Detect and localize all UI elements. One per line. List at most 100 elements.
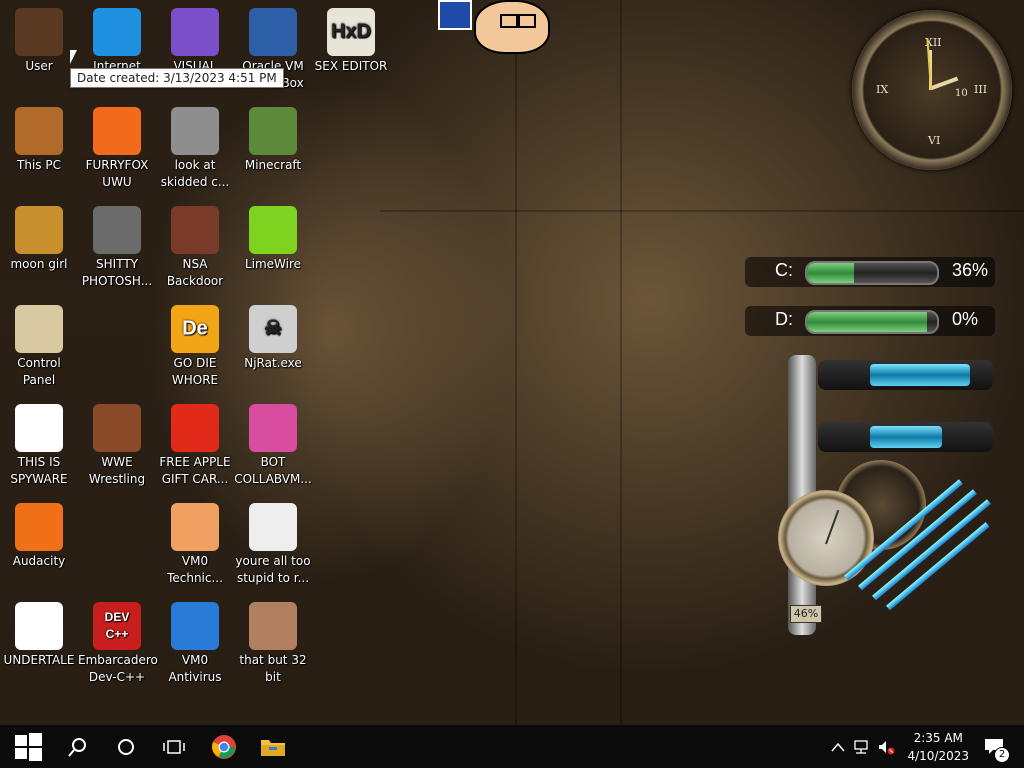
hank-hill-image [438, 0, 553, 55]
desktop-icon-label: VM0 Antivirus [168, 653, 222, 684]
taskbar: 2:35 AM 4/10/2023 2 [0, 725, 1024, 768]
drive-letter: D: [775, 309, 793, 329]
drive-gauge-d: D: 0% [745, 304, 995, 338]
app-icon [249, 107, 297, 155]
start-button[interactable] [4, 725, 52, 768]
wallpaper-panel-line [380, 210, 1024, 212]
action-center-button[interactable]: 2 [980, 725, 1010, 768]
desktop-icon[interactable]: LimeWire [234, 198, 312, 293]
cpu-percent: 46% [790, 605, 822, 623]
desktop-icon[interactable]: This PC [0, 99, 78, 194]
app-icon [93, 206, 141, 254]
desktop-icon[interactable]: VM0 Technic... [156, 495, 234, 590]
desktop-icon[interactable]: UNDERTALE [0, 594, 78, 689]
mouse-cursor [70, 50, 77, 64]
desktop-icon[interactable]: WWE Wrestling [78, 396, 156, 491]
drive-letter: C: [775, 260, 793, 280]
search-icon [68, 737, 86, 757]
desktop-icon-label: that but 32 bit [239, 653, 307, 684]
app-icon [171, 8, 219, 56]
app-icon: ☠ [249, 305, 297, 353]
taskbar-file-explorer[interactable] [249, 725, 297, 768]
drive-usage-bar [805, 310, 939, 334]
desktop-icon[interactable]: NSA Backdoor [156, 198, 234, 293]
app-icon [249, 503, 297, 551]
taskbar-chrome[interactable] [200, 725, 248, 768]
drive-usage-fill [807, 312, 927, 332]
chrome-icon [212, 734, 236, 759]
desktop-icon[interactable]: SHITTY PHOTOSH... [78, 198, 156, 293]
app-icon [15, 503, 63, 551]
taskbar-clock[interactable]: 2:35 AM 4/10/2023 [907, 729, 969, 765]
desktop-icon[interactable]: DEV C++ Embarcadero Dev-C++ [78, 594, 158, 689]
app-icon [93, 8, 141, 56]
windows-logo-icon [15, 732, 42, 761]
drive-usage-fill [807, 263, 854, 283]
desktop-icon-label: SHITTY PHOTOSH... [81, 257, 153, 288]
volume-tray[interactable] [875, 725, 897, 768]
desktop-icon[interactable]: User [0, 0, 78, 95]
desktop-icon-label: Embarcadero Dev-C++ [78, 653, 158, 684]
app-icon [171, 107, 219, 155]
desktop-icon[interactable]: BOT COLLABVM... [234, 396, 312, 491]
desktop-icon[interactable]: THIS IS SPYWARE [0, 396, 78, 491]
desktop-icon-label: NSA Backdoor [166, 257, 224, 288]
taskbar-date: 4/10/2023 [907, 749, 969, 763]
desktop-icon-label: moon girl [10, 257, 68, 271]
desktop-icon-label: NjRat.exe [244, 356, 302, 370]
show-hidden-icons[interactable] [828, 725, 848, 768]
desktop-icon-label: Minecraft [244, 158, 302, 172]
desktop-icon-label: look at skidded c... [160, 158, 230, 189]
task-view-button[interactable] [150, 725, 198, 768]
app-icon: De [171, 305, 219, 353]
desktop-icon-label: LimeWire [244, 257, 302, 271]
desktop-icon[interactable]: VM0 Antivirus [156, 594, 234, 689]
desktop-icon[interactable]: youre all too stupid to r... [234, 495, 312, 590]
desktop-icon[interactable]: Minecraft [234, 99, 312, 194]
tooltip: Date created: 3/13/2023 4:51 PM [70, 68, 284, 88]
app-icon: DEV C++ [93, 602, 141, 650]
network-icon [854, 739, 868, 754]
drive-gauge-c: C: 36% [745, 255, 995, 289]
cpu-meter-gadget: 46% [778, 350, 998, 650]
network-tray[interactable] [851, 725, 873, 768]
app-icon [15, 107, 63, 155]
desktop-icon[interactable]: ☠ NjRat.exe [234, 297, 312, 392]
search-button[interactable] [54, 725, 102, 768]
app-icon [15, 206, 63, 254]
app-icon [15, 8, 63, 56]
desktop-icon[interactable]: Audacity [0, 495, 78, 590]
desktop-icon-label: Audacity [12, 554, 66, 568]
taskbar-time: 2:35 AM [913, 731, 963, 745]
app-icon [15, 404, 63, 452]
desktop-icon[interactable]: moon girl [0, 198, 78, 293]
app-icon [171, 404, 219, 452]
clock-numeral: IX [876, 83, 889, 96]
app-icon-text: De [182, 317, 208, 340]
desktop-icon-label: WWE Wrestling [88, 455, 146, 486]
clock-date: 10 [955, 88, 968, 99]
app-icon [93, 107, 141, 155]
desktop-icon-label: GO DIE WHORE [171, 356, 219, 387]
desktop-icon[interactable]: Control Panel [0, 297, 78, 392]
desktop-icon[interactable]: FURRYFOX UWU [78, 99, 156, 194]
clock-gadget: XII III VI IX 10 [852, 10, 1012, 170]
desktop-icon-label: BOT COLLABVM... [234, 455, 312, 486]
app-icon [249, 206, 297, 254]
desktop-icon-label: THIS IS SPYWARE [10, 455, 68, 486]
desktop-icon[interactable]: look at skidded c... [156, 99, 234, 194]
desktop-icon[interactable]: HxD SEX EDITOR [312, 0, 390, 95]
app-icon [171, 206, 219, 254]
desktop-icon[interactable]: that but 32 bit [234, 594, 312, 689]
cortana-button[interactable] [102, 725, 150, 768]
app-icon [249, 404, 297, 452]
wallpaper-panel-line [620, 0, 622, 725]
desktop: UserInternetVISUALOracle VM VirtualBoxHx… [0, 0, 1024, 725]
desktop-icon[interactable]: De GO DIE WHORE [156, 297, 234, 392]
app-icon: HxD [327, 8, 375, 56]
desktop-icon[interactable]: FREE APPLE GIFT CAR... [156, 396, 234, 491]
drive-usage-bar [805, 261, 939, 285]
desktop-icon-label: SEX EDITOR [314, 59, 388, 73]
speaker-muted-icon [879, 740, 895, 754]
desktop-icon-label: FURRYFOX UWU [85, 158, 149, 189]
